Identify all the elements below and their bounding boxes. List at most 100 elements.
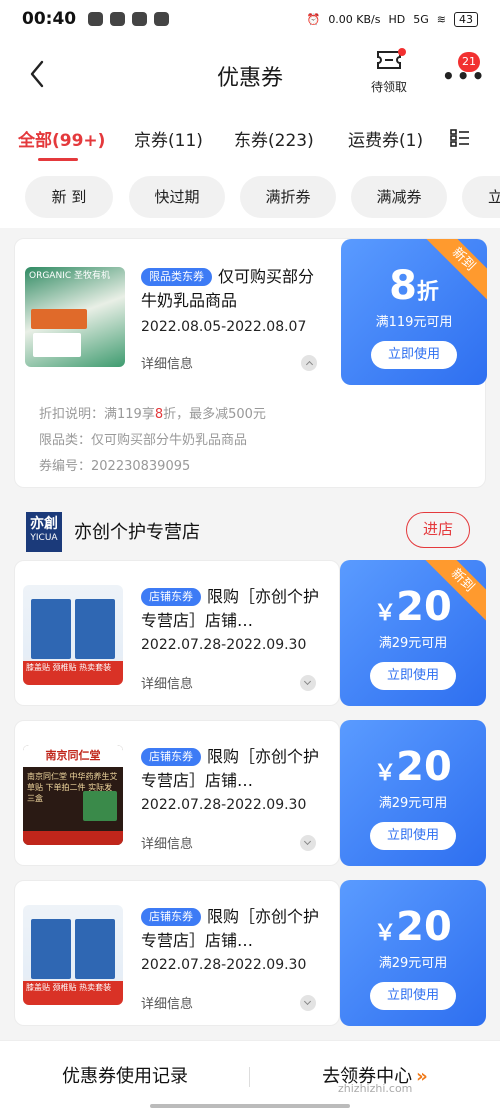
app-icon: [132, 12, 148, 26]
detail-info-link[interactable]: 详细信息: [141, 833, 193, 852]
thumbnail-caption: 膝盖贴 颈椎贴 热卖套装: [23, 661, 123, 685]
use-now-button[interactable]: 立即使用: [370, 662, 456, 690]
neck-patch-box: [75, 599, 115, 659]
coupon-amount-value: 20: [396, 904, 452, 950]
coupon-amount-unit: ￥: [374, 761, 397, 786]
tab-all[interactable]: 全部(99+): [18, 126, 105, 151]
coupon-value-panel: 8折 满119元可用 立即使用 新到: [341, 239, 487, 385]
coupon-info: 膝盖贴 颈椎贴 热卖套装 店铺东券 限购［亦创个护专营店］店铺… 2022.07.…: [14, 880, 340, 1026]
explain-prefix: 折扣说明：满119享: [39, 407, 155, 422]
filter-chips: 新 到 快过期 满折券 满减券 立: [0, 166, 500, 228]
signal-label: 5G: [413, 12, 429, 26]
use-now-button[interactable]: 立即使用: [370, 822, 456, 850]
home-indicator[interactable]: [150, 1104, 350, 1108]
coupon-validity: 2022.07.28-2022.09.30: [141, 797, 307, 813]
more-button[interactable]: ••• 21: [436, 52, 486, 96]
coupon-card-expanded: ORGANIC 圣牧有机 限品类东券 仅可购买部分牛奶乳品商品 2022.08.0…: [14, 238, 487, 488]
milk-box-image: [31, 309, 87, 329]
shop-logo-text: YICUA: [30, 533, 58, 543]
coupon-type-tag: 限品类东券: [141, 268, 212, 286]
coupon-info: ORGANIC 圣牧有机 限品类东券 仅可购买部分牛奶乳品商品 2022.08.0…: [15, 239, 340, 387]
coupon-center-button[interactable]: 去领券中心»: [250, 1041, 500, 1111]
detail-info-link[interactable]: 详细信息: [141, 673, 193, 692]
mugwort-box: [83, 791, 117, 821]
coupon-type-tag: 店铺东券: [141, 748, 201, 766]
category-limit: 限品类：仅可购买部分牛奶乳品商品: [39, 433, 248, 448]
use-now-button[interactable]: 立即使用: [371, 341, 457, 369]
list-icon: [450, 129, 469, 147]
coupon-card: 南京同仁堂 南京同仁堂 中华药养生艾草贴 下单拍二件 实际发三盒 店铺东券 限购［…: [14, 720, 486, 866]
discount-explanation: 折扣说明：满119享8折，最多减500元: [39, 403, 266, 422]
shop-logo-glyph: 亦創: [30, 516, 58, 532]
coupon-tabs: 全部(99+) 京券(11) 东券(223) 运费券(1): [0, 110, 500, 166]
explain-suffix: 折，最多减500元: [163, 407, 266, 422]
expand-arrow-icon[interactable]: [300, 995, 316, 1011]
coupon-amount: ￥20: [340, 744, 486, 797]
coupon-amount-value: 20: [396, 584, 452, 630]
more-dots-icon: •••: [442, 64, 487, 88]
product-thumbnail: 膝盖贴 颈椎贴 热卖套装: [23, 905, 123, 1005]
explain-highlight: 8: [154, 407, 164, 422]
coupon-card: 膝盖贴 颈椎贴 热卖套装 店铺东券 限购［亦创个护专营店］店铺… 2022.07.…: [14, 560, 486, 706]
wifi-icon: ≋: [436, 12, 446, 26]
battery-icon: 43: [454, 11, 478, 27]
coupon-condition: 满29元可用: [378, 796, 448, 811]
coupon-value-panel: ￥20 满29元可用 立即使用 新到: [340, 560, 486, 706]
alarm-icon: ⏰: [306, 12, 321, 26]
shop-header: 亦創 YICUA 亦创个护专营店 进店: [0, 504, 500, 560]
chat-icon: [88, 12, 104, 26]
watermark: zhizhizhi.com: [338, 1082, 413, 1095]
coupon-condition: 满119元可用: [375, 315, 453, 330]
tab-dong-coupon[interactable]: 东券(223): [234, 126, 314, 151]
notification-icons: [88, 12, 170, 26]
coupon-serial: 券编号：202230839095: [39, 459, 191, 474]
chip-new[interactable]: 新 到: [25, 176, 113, 218]
use-now-button[interactable]: 立即使用: [370, 982, 456, 1010]
coupon-info: 膝盖贴 颈椎贴 热卖套装 店铺东券 限购［亦创个护专营店］店铺… 2022.07.…: [14, 560, 340, 706]
coupon-type-tag: 店铺东券: [141, 588, 201, 606]
chip-discount[interactable]: 满折券: [240, 176, 336, 218]
pending-coupons-button[interactable]: 待领取: [364, 48, 414, 104]
chip-expiring[interactable]: 快过期: [129, 176, 225, 218]
coupon-condition: 满29元可用: [378, 956, 448, 971]
header: 优惠券 待领取 ••• 21: [0, 38, 500, 110]
bottom-bar: 优惠券使用记录 去领券中心»: [0, 1040, 500, 1111]
expand-arrow-icon[interactable]: [300, 835, 316, 851]
brand-banner: 南京同仁堂: [23, 745, 123, 767]
coupon-info: 南京同仁堂 南京同仁堂 中华药养生艾草贴 下单拍二件 实际发三盒 店铺东券 限购［…: [14, 720, 340, 866]
expand-arrow-icon[interactable]: [300, 675, 316, 691]
knee-patch-box: [31, 599, 71, 659]
coupon-title: 店铺东券 限购［亦创个护专营店］店铺…: [141, 585, 321, 633]
tab-jing-coupon[interactable]: 京券(11): [134, 126, 203, 151]
chip-cash-off[interactable]: 满减券: [351, 176, 447, 218]
coupon-amount-value: 8: [389, 263, 417, 309]
chip-more[interactable]: 立: [462, 176, 500, 218]
pending-label: 待领取: [370, 80, 407, 94]
list-filter-button[interactable]: [450, 128, 470, 148]
product-thumbnail: ORGANIC 圣牧有机: [25, 267, 125, 367]
page-title: 优惠券: [216, 66, 283, 91]
double-chevron-right-icon: »: [416, 1066, 428, 1087]
detail-info-link[interactable]: 详细信息: [141, 353, 193, 372]
coupon-amount-unit: 折: [416, 280, 439, 305]
coupon-validity: 2022.07.28-2022.09.30: [141, 957, 307, 973]
usage-history-button[interactable]: 优惠券使用记录: [0, 1041, 250, 1111]
product-thumbnail: 南京同仁堂 南京同仁堂 中华药养生艾草贴 下单拍二件 实际发三盒: [23, 745, 123, 845]
coupon-validity: 2022.07.28-2022.09.30: [141, 637, 307, 653]
coupon-title: 店铺东券 限购［亦创个护专营店］店铺…: [141, 905, 321, 953]
collapse-arrow-icon[interactable]: [301, 355, 317, 371]
coupon-condition: 满29元可用: [378, 636, 448, 651]
tab-shipping-coupon[interactable]: 运费券(1): [348, 126, 423, 151]
coupon-value-panel: ￥20 满29元可用 立即使用: [340, 880, 486, 1026]
shop-name: 亦创个护专营店: [74, 522, 200, 543]
tab-fade: [420, 110, 450, 166]
coupon-title: 限品类东券 仅可购买部分牛奶乳品商品: [141, 265, 321, 313]
enter-shop-button[interactable]: 进店: [406, 512, 470, 548]
pending-red-dot: [398, 48, 406, 56]
coupon-validity: 2022.08.05-2022.08.07: [141, 319, 307, 335]
knee-patch-box: [31, 919, 71, 979]
detail-info-link[interactable]: 详细信息: [141, 993, 193, 1012]
hd-icon: HD: [388, 12, 406, 26]
coupon-amount: ￥20: [340, 904, 486, 957]
coupon-title: 店铺东券 限购［亦创个护专营店］店铺…: [141, 745, 321, 793]
